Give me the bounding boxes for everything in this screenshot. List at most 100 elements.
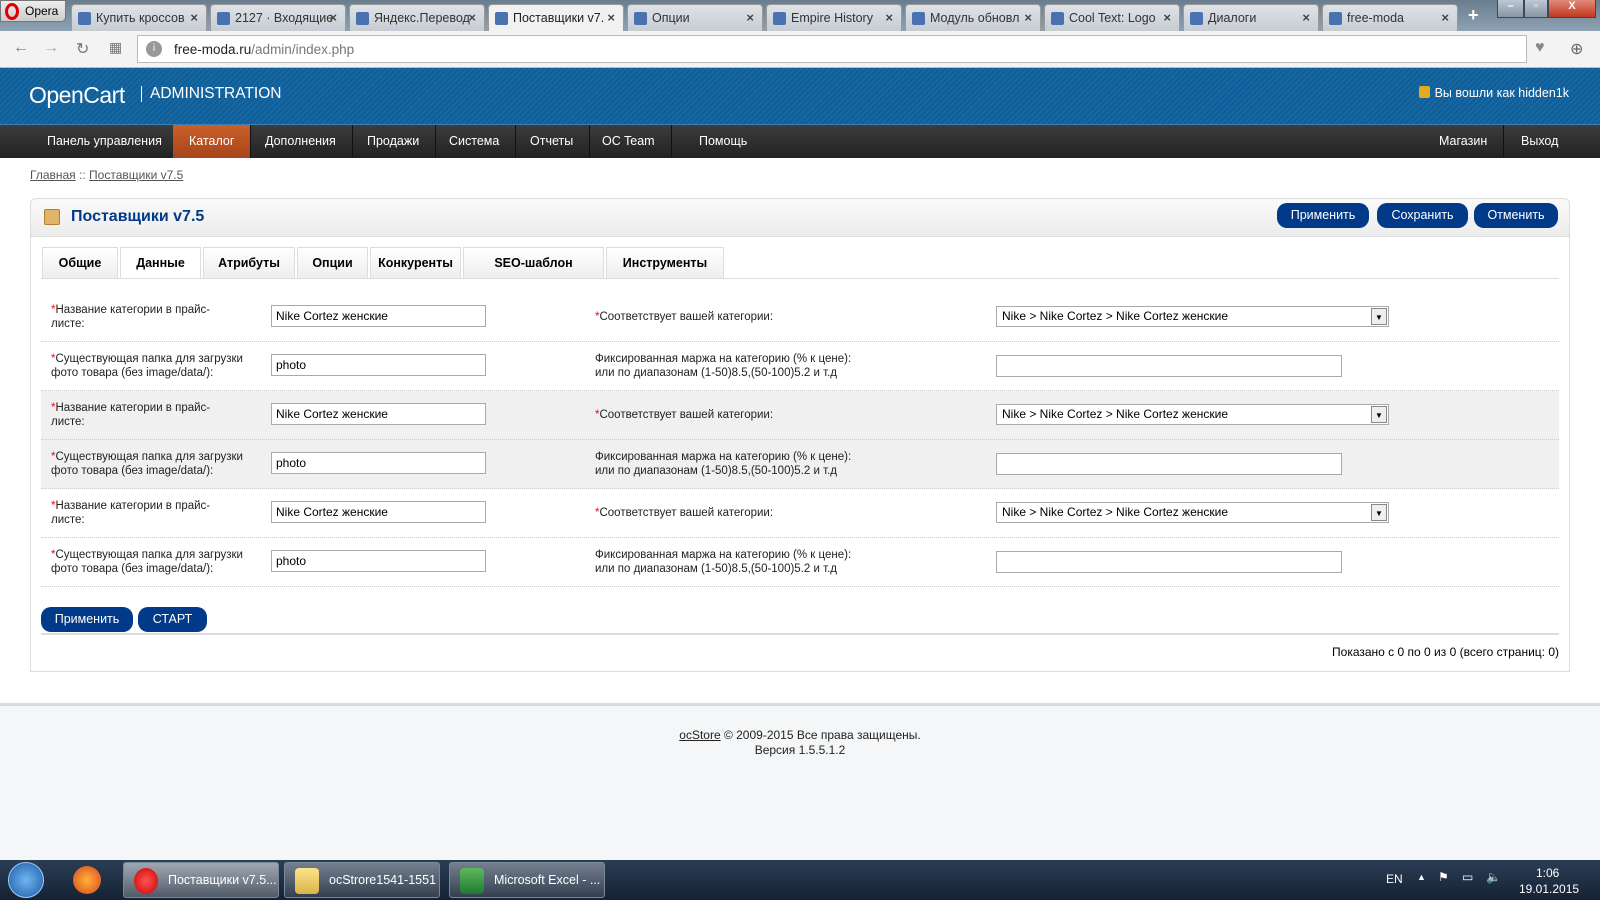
category-name-input[interactable]: Nike Cortez женские xyxy=(271,501,486,523)
cancel-button[interactable]: Отменить xyxy=(1474,203,1558,228)
browser-tab[interactable]: free-moda × xyxy=(1322,4,1458,31)
taskbar-item[interactable]: Microsoft Excel - ... xyxy=(449,862,605,898)
category-name-label: *Название категории в прайс-листе: xyxy=(51,500,211,526)
browser-tab[interactable]: Модуль обновл × xyxy=(905,4,1041,31)
new-tab-button[interactable]: + xyxy=(1468,5,1479,26)
bottom-apply-button[interactable]: Применить xyxy=(41,607,133,632)
divider xyxy=(41,633,1559,635)
category-select[interactable]: Nike > Nike Cortez > Nike Cortez женские… xyxy=(996,404,1389,425)
menu-item[interactable]: Отчеты xyxy=(514,125,591,158)
close-tab-icon[interactable]: × xyxy=(607,10,615,25)
tab[interactable]: Конкуренты xyxy=(370,247,461,279)
tab[interactable]: SEO-шаблон xyxy=(463,247,604,279)
logged-in-status: Вы вошли как hidden1k xyxy=(1418,86,1569,100)
flag-icon[interactable]: ⚑ xyxy=(1438,870,1449,884)
tab[interactable]: Общие xyxy=(42,247,118,279)
menu-item[interactable]: Панель управления xyxy=(31,125,179,158)
folder-input[interactable]: photo xyxy=(271,452,486,474)
minimize-button[interactable]: – xyxy=(1497,0,1524,18)
folder-input[interactable]: photo xyxy=(271,354,486,376)
breadcrumb: Главная :: Поставщики v7.5 xyxy=(30,168,184,182)
download-icon[interactable]: ⊕ xyxy=(1570,39,1583,59)
margin-input[interactable] xyxy=(996,355,1342,377)
taskbar-item[interactable]: Поставщики v7.5... xyxy=(123,862,279,898)
close-tab-icon[interactable]: × xyxy=(885,10,893,25)
show-hidden-icons[interactable]: ▲ xyxy=(1417,872,1426,882)
browser-tab[interactable]: Яндекс.Перевод × xyxy=(349,4,485,31)
browser-tab[interactable]: Поставщики v7. × xyxy=(488,4,624,31)
footer: ocStore © 2009-2015 Все права защищены. … xyxy=(0,703,1600,860)
close-tab-icon[interactable]: × xyxy=(746,10,754,25)
speed-dial-icon[interactable]: ▦ xyxy=(109,39,122,56)
browser-tab[interactable]: Cool Text: Logo × xyxy=(1044,4,1180,31)
category-select[interactable]: Nike > Nike Cortez > Nike Cortez женские… xyxy=(996,502,1389,523)
forward-icon[interactable]: → xyxy=(43,39,59,57)
menu-item[interactable]: Помощь xyxy=(683,125,763,158)
close-tab-icon[interactable]: × xyxy=(190,10,198,25)
close-tab-icon[interactable]: × xyxy=(1302,10,1310,25)
tab[interactable]: Опции xyxy=(297,247,368,279)
chevron-down-icon[interactable]: ▼ xyxy=(1371,504,1387,521)
admin-header: OpenCart ADMINISTRATION Вы вошли как hid… xyxy=(0,68,1600,125)
tab[interactable]: Атрибуты xyxy=(203,247,295,279)
apply-button[interactable]: Применить xyxy=(1277,203,1369,228)
category-name-label: *Название категории в прайс-листе: xyxy=(51,304,211,330)
browser-tab[interactable]: Empire History × xyxy=(766,4,902,31)
store-link[interactable]: Магазин xyxy=(1423,125,1505,158)
close-tab-icon[interactable]: × xyxy=(1163,10,1171,25)
match-category-label: *Соответствует вашей категории: xyxy=(595,507,774,519)
close-tab-icon[interactable]: × xyxy=(468,10,476,25)
browser-tab[interactable]: Диалоги × xyxy=(1183,4,1319,31)
heart-icon[interactable]: ♥ xyxy=(1535,39,1545,57)
start-button[interactable]: СТАРТ xyxy=(138,607,207,632)
category-name-input[interactable]: Nike Cortez женские xyxy=(271,403,486,425)
firefox-icon[interactable] xyxy=(73,866,101,894)
volume-icon[interactable]: 🔈 xyxy=(1486,870,1501,884)
tab[interactable]: Данные xyxy=(120,247,201,279)
menu-item[interactable]: Система xyxy=(433,125,517,158)
folder-icon xyxy=(295,868,319,894)
menu-item[interactable]: Продажи xyxy=(351,125,437,158)
chevron-down-icon[interactable]: ▼ xyxy=(1371,308,1387,325)
close-tab-icon[interactable]: × xyxy=(1441,10,1449,25)
network-icon[interactable]: ▭ xyxy=(1462,870,1473,884)
close-window-button[interactable]: X xyxy=(1548,0,1596,18)
margin-input[interactable] xyxy=(996,551,1342,573)
maximize-button[interactable]: ▫ xyxy=(1524,0,1548,18)
browser-tab[interactable]: Опции × xyxy=(627,4,763,31)
margin-input[interactable] xyxy=(996,453,1342,475)
browser-tab[interactable]: Купить кроссов × xyxy=(71,4,207,31)
logout-link[interactable]: Выход xyxy=(1505,125,1574,158)
chat-icon xyxy=(1190,12,1203,25)
url-input[interactable]: i free-moda.ru/admin/index.php xyxy=(137,35,1527,63)
close-tab-icon[interactable]: × xyxy=(329,10,337,25)
browser-tab[interactable]: 2127 · Входящие × xyxy=(210,4,346,31)
menu-item[interactable]: OC Team xyxy=(586,125,672,158)
taskbar-item[interactable]: ocStrore1541-1551 xyxy=(284,862,440,898)
opera-menu-button[interactable]: Opera xyxy=(0,0,66,22)
ocstore-link[interactable]: ocStore xyxy=(679,728,720,742)
back-icon[interactable]: ← xyxy=(13,39,29,57)
browser-tab-bar: Opera Купить кроссов × 2127 · Входящие × Янд… xyxy=(0,0,1600,31)
reload-icon[interactable]: ↻ xyxy=(76,39,89,59)
site-info-icon[interactable]: i xyxy=(146,41,162,57)
address-bar: ← → ↻ ▦ i free-moda.ru/admin/index.php ♥ … xyxy=(0,31,1600,68)
menu-item[interactable]: Дополнения xyxy=(249,125,353,158)
match-category-label: *Соответствует вашей категории: xyxy=(595,409,774,421)
pagination-info: Показано с 0 по 0 из 0 (всего страниц: 0… xyxy=(1332,645,1559,659)
language-indicator[interactable]: EN xyxy=(1386,872,1403,886)
save-button[interactable]: Сохранить xyxy=(1377,203,1468,228)
close-tab-icon[interactable]: × xyxy=(1024,10,1032,25)
page-icon xyxy=(634,12,647,25)
category-name-input[interactable]: Nike Cortez женские xyxy=(271,305,486,327)
chevron-down-icon[interactable]: ▼ xyxy=(1371,406,1387,423)
breadcrumb-home[interactable]: Главная xyxy=(30,168,76,182)
clock-date[interactable]: 19.01.2015 xyxy=(1519,882,1579,896)
category-select[interactable]: Nike > Nike Cortez > Nike Cortez женские… xyxy=(996,306,1389,327)
start-orb-icon[interactable] xyxy=(8,862,44,898)
folder-input[interactable]: photo xyxy=(271,550,486,572)
clock-time[interactable]: 1:06 xyxy=(1536,866,1559,880)
breadcrumb-current[interactable]: Поставщики v7.5 xyxy=(89,168,183,182)
tab[interactable]: Инструменты xyxy=(606,247,724,279)
menu-item[interactable]: Каталог xyxy=(173,125,252,158)
